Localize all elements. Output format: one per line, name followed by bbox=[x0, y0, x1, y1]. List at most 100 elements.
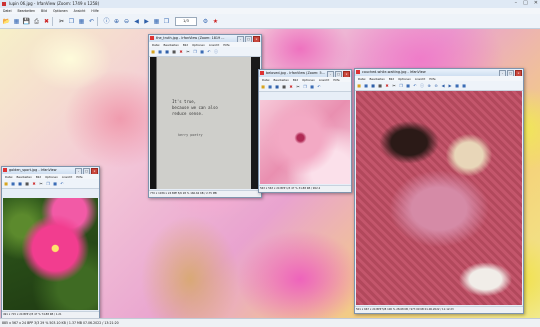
page-number-field[interactable]: 1/3 bbox=[175, 16, 197, 26]
minimize-icon[interactable]: - bbox=[75, 168, 82, 174]
copy-icon[interactable]: ❐ bbox=[302, 84, 308, 90]
minimize-icon[interactable]: - bbox=[237, 36, 244, 42]
delete-icon[interactable]: ✖ bbox=[288, 84, 294, 90]
menu-file[interactable]: Datei bbox=[5, 175, 12, 179]
paste-icon[interactable]: ■ bbox=[309, 84, 315, 90]
menu-image[interactable]: Bild bbox=[389, 77, 394, 81]
menu-options[interactable]: Optionen bbox=[192, 43, 205, 47]
prev-icon[interactable]: ◀ bbox=[440, 83, 446, 89]
image-woman-on-couch[interactable] bbox=[356, 91, 522, 305]
window-golden-sport[interactable]: golden_sport.jpg - IrfanView - □ x Datei B… bbox=[1, 166, 100, 319]
open-icon[interactable]: ■ bbox=[150, 49, 156, 55]
print-icon[interactable]: ■ bbox=[171, 49, 177, 55]
print-icon[interactable]: ■ bbox=[24, 181, 30, 187]
menu-file[interactable]: Datei bbox=[3, 9, 12, 13]
close-icon[interactable]: x bbox=[253, 36, 260, 42]
menu-view[interactable]: Ansicht bbox=[415, 77, 425, 81]
zoom-out-icon[interactable]: ⊖ bbox=[433, 83, 439, 89]
settings-icon[interactable]: ⚙ bbox=[201, 17, 210, 26]
close-icon[interactable]: x bbox=[515, 70, 522, 76]
window-beloved[interactable]: beloved.jpg - IrfanView (Zoom: 5... - □ x … bbox=[258, 69, 352, 193]
menu-help[interactable]: Hilfe bbox=[429, 77, 435, 81]
menu-edit[interactable]: Bearbeiten bbox=[163, 43, 178, 47]
menu-view[interactable]: Ansicht bbox=[62, 175, 72, 179]
print-icon[interactable]: ■ bbox=[281, 84, 287, 90]
cut-icon[interactable]: ✂ bbox=[57, 17, 66, 26]
minimize-icon[interactable]: – bbox=[515, 0, 518, 6]
next-icon[interactable]: ▶ bbox=[142, 17, 151, 26]
slideshow-icon[interactable]: ■ bbox=[157, 49, 163, 55]
menu-view[interactable]: Ansicht bbox=[319, 78, 329, 82]
slideshow-icon[interactable]: ■ bbox=[363, 83, 369, 89]
zoom-in-icon[interactable]: ⊕ bbox=[426, 83, 432, 89]
close-icon[interactable]: ✕ bbox=[534, 0, 538, 6]
image-pink-hibiscus[interactable] bbox=[3, 198, 98, 310]
thumbnails-icon[interactable]: ▦ bbox=[152, 17, 161, 26]
delete-icon[interactable]: ✖ bbox=[31, 181, 37, 187]
paste-icon[interactable]: ▦ bbox=[77, 17, 86, 26]
save-icon[interactable]: ■ bbox=[164, 49, 170, 55]
undo-icon[interactable]: ↶ bbox=[412, 83, 418, 89]
save-icon[interactable]: ■ bbox=[370, 83, 376, 89]
copy-file-icon[interactable]: ❐ bbox=[162, 17, 171, 26]
menu-help[interactable]: Hilfe bbox=[333, 78, 339, 82]
print-icon[interactable]: ■ bbox=[377, 83, 383, 89]
menu-help[interactable]: Hilfe bbox=[223, 43, 229, 47]
menu-image[interactable]: Bild bbox=[41, 9, 47, 13]
menu-help[interactable]: Hilfe bbox=[91, 9, 98, 13]
window-title-bar[interactable]: beloved.jpg - IrfanView (Zoom: 5... - □ x bbox=[259, 70, 351, 77]
open-icon[interactable]: ■ bbox=[3, 181, 9, 187]
thumbnails-icon[interactable]: ■ bbox=[454, 83, 460, 89]
menu-file[interactable]: Datei bbox=[152, 43, 159, 47]
menu-view[interactable]: Ansicht bbox=[74, 9, 86, 13]
copy-icon[interactable]: ❐ bbox=[192, 49, 198, 55]
image-pink-flower[interactable] bbox=[260, 100, 350, 184]
copy-icon[interactable]: ❐ bbox=[398, 83, 404, 89]
paste-icon[interactable]: ■ bbox=[52, 181, 58, 187]
save-icon[interactable]: ■ bbox=[274, 84, 280, 90]
close-icon[interactable]: x bbox=[343, 71, 350, 77]
menu-image[interactable]: Bild bbox=[36, 175, 41, 179]
menu-options[interactable]: Optionen bbox=[302, 78, 315, 82]
undo-icon[interactable]: ↶ bbox=[316, 84, 322, 90]
cut-icon[interactable]: ✂ bbox=[295, 84, 301, 90]
close-icon[interactable]: x bbox=[91, 168, 98, 174]
slideshow-icon[interactable]: ■ bbox=[267, 84, 273, 90]
window-title-bar[interactable]: couched-while-waiting.jpg - IrfanView - □… bbox=[355, 69, 523, 76]
delete-icon[interactable]: ✖ bbox=[42, 17, 51, 26]
slideshow-icon[interactable]: ▦ bbox=[12, 17, 21, 26]
save-icon[interactable]: ■ bbox=[17, 181, 23, 187]
cut-icon[interactable]: ✂ bbox=[391, 83, 397, 89]
maximize-icon[interactable]: □ bbox=[245, 36, 252, 42]
maximize-icon[interactable]: □ bbox=[507, 70, 514, 76]
print-icon[interactable]: ⎙ bbox=[32, 17, 41, 26]
info-icon[interactable]: ⓘ bbox=[102, 17, 111, 26]
menu-file[interactable]: Datei bbox=[262, 78, 269, 82]
menu-image[interactable]: Bild bbox=[183, 43, 188, 47]
undo-icon[interactable]: ↶ bbox=[59, 181, 65, 187]
paste-icon[interactable]: ■ bbox=[199, 49, 205, 55]
cut-icon[interactable]: ✂ bbox=[185, 49, 191, 55]
image-paper-quote[interactable]: It's true, because we can also reduce se… bbox=[150, 57, 260, 189]
info-icon[interactable]: ⓘ bbox=[419, 83, 425, 89]
slideshow-icon[interactable]: ■ bbox=[10, 181, 16, 187]
menu-edit[interactable]: Bearbeiten bbox=[16, 175, 31, 179]
menu-edit[interactable]: Bearbeiten bbox=[273, 78, 288, 82]
menu-file[interactable]: Datei bbox=[358, 77, 365, 81]
open-icon[interactable]: 📂 bbox=[2, 17, 11, 26]
save-icon[interactable]: 💾 bbox=[22, 17, 31, 26]
undo-icon[interactable]: ↶ bbox=[87, 17, 96, 26]
zoom-out-icon[interactable]: ⊖ bbox=[122, 17, 131, 26]
cut-icon[interactable]: ✂ bbox=[38, 181, 44, 187]
menu-edit[interactable]: Bearbeiten bbox=[18, 9, 36, 13]
next-icon[interactable]: ▶ bbox=[447, 83, 453, 89]
menu-options[interactable]: Optionen bbox=[45, 175, 58, 179]
menu-image[interactable]: Bild bbox=[293, 78, 298, 82]
menu-help[interactable]: Hilfe bbox=[76, 175, 82, 179]
window-the-truth[interactable]: the_truth.jpg - IrfanView (Zoom: 1819 ..… bbox=[148, 34, 262, 198]
undo-icon[interactable]: ↶ bbox=[206, 49, 212, 55]
irfanview-logo-icon[interactable]: ★ bbox=[211, 17, 220, 26]
paste-icon[interactable]: ■ bbox=[405, 83, 411, 89]
prev-icon[interactable]: ◀ bbox=[132, 17, 141, 26]
minimize-icon[interactable]: - bbox=[327, 71, 334, 77]
